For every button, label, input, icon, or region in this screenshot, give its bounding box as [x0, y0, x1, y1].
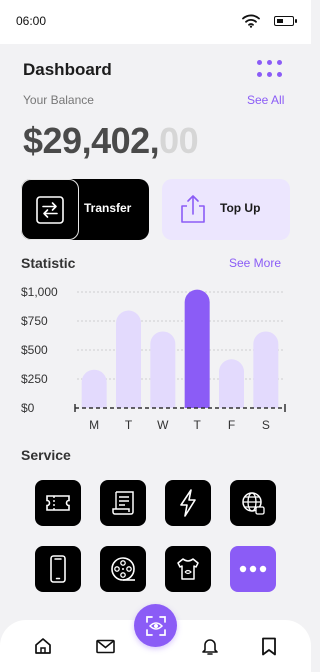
- page-title: Dashboard: [23, 60, 112, 79]
- see-more-link[interactable]: See More: [229, 256, 281, 270]
- balance-main: $29,402,: [23, 120, 160, 161]
- balance-amount: $29,402,00: [23, 120, 199, 162]
- chart-bar: [116, 310, 141, 408]
- transfer-button[interactable]: Transfer: [21, 179, 149, 240]
- transfer-label: Transfer: [84, 201, 132, 215]
- chart-bar: [184, 289, 210, 408]
- chart-bar: [81, 369, 107, 408]
- service-title: Service: [21, 447, 71, 463]
- x-tick-label: M: [89, 418, 99, 432]
- statistic-title: Statistic: [21, 255, 76, 271]
- y-tick-label: $0: [21, 401, 35, 415]
- battery-icon: [274, 16, 297, 26]
- receipt-icon[interactable]: [100, 480, 146, 526]
- balance-cents: 00: [159, 120, 199, 161]
- x-tick-label: F: [228, 418, 235, 432]
- y-tick-label: $250: [21, 372, 48, 386]
- statistic-chart: $1,000 $750 $500 $250 $0 M T W T F S: [21, 285, 286, 432]
- y-tick-label: $500: [21, 343, 48, 357]
- chart-bar: [150, 331, 176, 408]
- y-tick-label: $750: [21, 314, 48, 328]
- mail-icon[interactable]: [95, 636, 115, 656]
- bookmark-icon[interactable]: [259, 636, 279, 656]
- film-reel-icon[interactable]: [100, 546, 146, 592]
- x-tick-label: S: [262, 418, 270, 432]
- grid-menu-icon[interactable]: [257, 60, 283, 80]
- laundry-icon[interactable]: [165, 546, 211, 592]
- see-all-link[interactable]: See All: [247, 93, 284, 107]
- top-up-label: Top Up: [220, 201, 261, 215]
- status-time: 06:00: [16, 14, 47, 28]
- internet-icon[interactable]: [230, 480, 276, 526]
- home-icon[interactable]: [33, 636, 53, 656]
- scan-button[interactable]: [134, 604, 177, 647]
- upload-icon: [176, 192, 210, 226]
- wifi-icon: [242, 14, 260, 28]
- mobile-icon[interactable]: [35, 546, 81, 592]
- transfer-icon: [21, 179, 79, 240]
- top-up-button[interactable]: Top Up: [162, 179, 290, 240]
- scan-icon: [145, 615, 166, 636]
- ticket-icon[interactable]: [35, 480, 81, 526]
- electricity-icon[interactable]: [165, 480, 211, 526]
- status-bar: 06:00: [0, 0, 311, 44]
- x-tick-label: T: [193, 418, 201, 432]
- balance-label: Your Balance: [23, 93, 94, 107]
- bell-icon[interactable]: [200, 636, 220, 656]
- chart-bar: [219, 359, 244, 408]
- y-tick-label: $1,000: [21, 285, 58, 299]
- x-tick-label: W: [157, 418, 169, 432]
- x-tick-label: T: [125, 418, 133, 432]
- chart-bar: [253, 331, 279, 408]
- more-services-icon[interactable]: [230, 546, 276, 592]
